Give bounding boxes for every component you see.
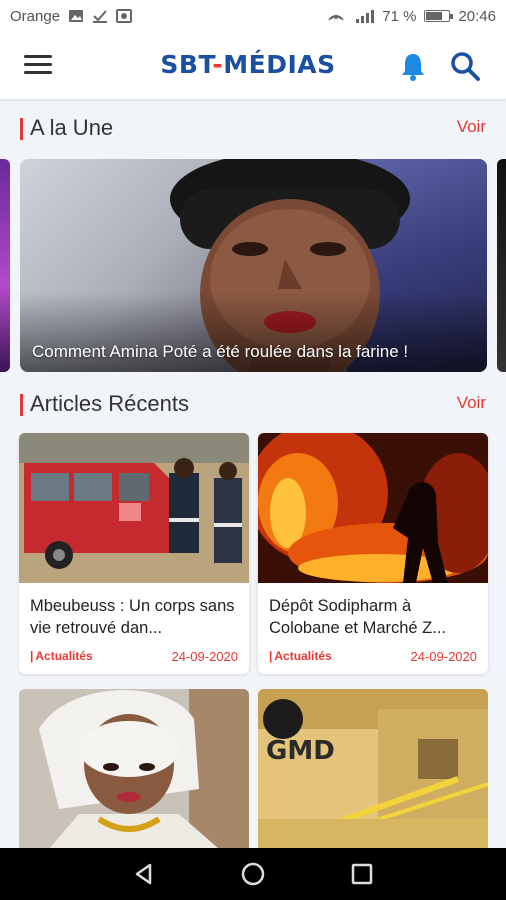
screenshot-icon — [116, 9, 133, 23]
recent-articles-voir-link[interactable]: Voir — [457, 393, 486, 413]
app-header: SBT-MÉDIAS — [0, 32, 506, 100]
brand-prefix: SBT — [160, 50, 213, 79]
article-date: 24-09-2020 — [171, 649, 239, 664]
article-headline: Mbeubeuss : Un corps sans vie retrouvé d… — [30, 597, 235, 637]
a-la-une-header: A la Une Voir — [20, 113, 490, 145]
home-circle-icon[interactable] — [239, 860, 267, 888]
article-category: Actualités — [30, 649, 93, 663]
brand-suffix: MÉDIAS — [223, 50, 336, 79]
featured-caption: Comment Amina Poté a été roulée dans la … — [32, 342, 409, 361]
status-bar: Orange 71 % 20:46 — [0, 0, 506, 32]
brand-logo[interactable]: SBT-MÉDIAS — [118, 50, 378, 79]
a-la-une-voir-link[interactable]: Voir — [457, 117, 486, 137]
article-date: 24-09-2020 — [410, 649, 478, 664]
article-card[interactable]: Dépôt Sodipharm à Colobane et Marché Z..… — [258, 433, 488, 674]
recent-articles-header: Articles Récents Voir — [20, 389, 490, 421]
carousel-next-peek[interactable] — [497, 159, 506, 372]
wifi-hotspot-icon — [328, 15, 344, 21]
article-thumbnail: GMD — [258, 689, 488, 849]
brand-separator: - — [212, 50, 224, 79]
article-card[interactable]: GMD — [258, 689, 488, 849]
a-la-une-title: A la Une — [30, 115, 114, 140]
back-triangle-icon[interactable] — [130, 860, 158, 888]
carrier-label: Orange — [10, 7, 61, 25]
carousel-prev-peek[interactable] — [0, 159, 10, 372]
download-check-icon — [93, 10, 108, 23]
battery-icon — [424, 10, 454, 22]
article-category: Actualités — [269, 649, 332, 663]
search-icon[interactable] — [449, 50, 481, 82]
recents-square-icon[interactable] — [348, 860, 376, 888]
clock: 20:46 — [458, 7, 496, 25]
article-meta: Actualités 24-09-2020 — [30, 649, 239, 664]
article-card[interactable] — [19, 689, 249, 849]
section-accent-bar — [20, 118, 23, 140]
bell-icon[interactable] — [399, 51, 427, 81]
article-headline: Dépôt Sodipharm à Colobane et Marché Z..… — [269, 597, 447, 637]
gmd-logo-text: GMD — [266, 736, 335, 766]
article-thumbnail — [258, 433, 488, 583]
section-accent-bar — [20, 394, 23, 416]
hamburger-icon[interactable] — [24, 53, 54, 77]
signal-icon — [356, 10, 375, 23]
system-nav-bar — [0, 848, 506, 900]
recent-articles-title: Articles Récents — [30, 391, 189, 416]
article-thumbnail — [19, 689, 249, 849]
image-icon — [69, 10, 84, 22]
battery-percent: 71 % — [382, 7, 417, 25]
article-thumbnail — [19, 433, 249, 583]
article-meta: Actualités 24-09-2020 — [269, 649, 478, 664]
featured-article-card[interactable]: Comment Amina Poté a été roulée dans la … — [20, 159, 487, 372]
article-card[interactable]: Mbeubeuss : Un corps sans vie retrouvé d… — [19, 433, 249, 674]
